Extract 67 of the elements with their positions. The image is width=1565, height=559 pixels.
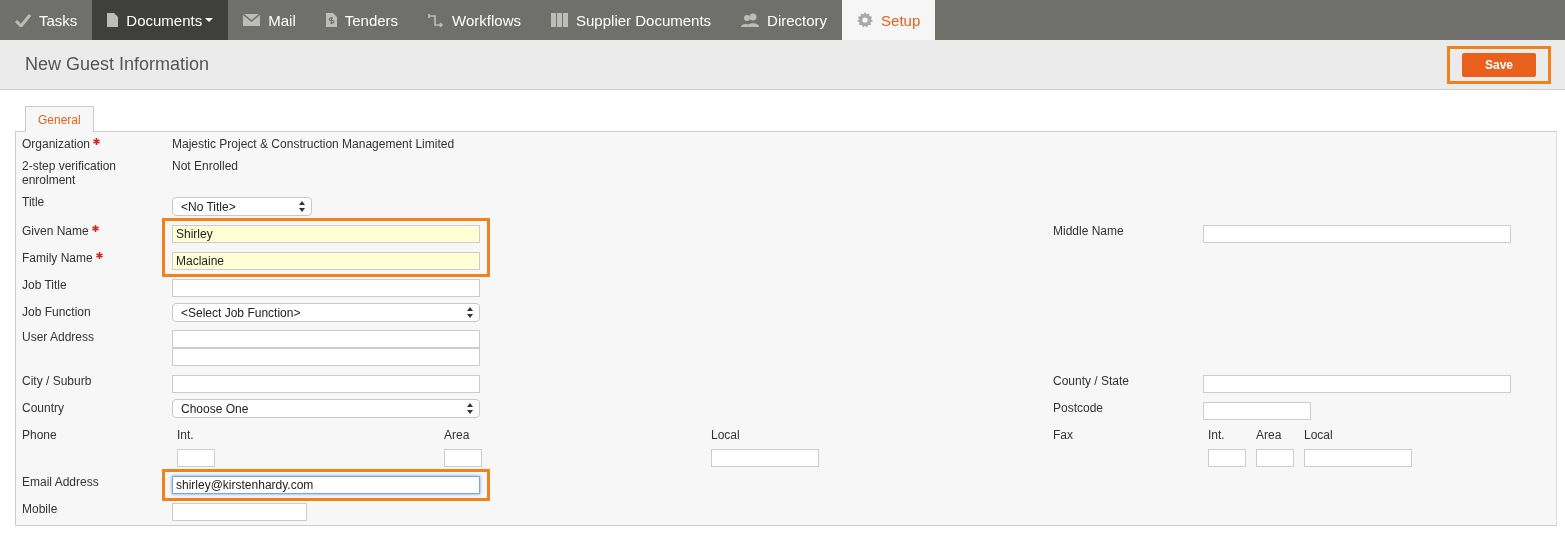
field-label: Int. [1208, 428, 1226, 442]
input-field[interactable] [172, 348, 480, 366]
binders-icon [551, 13, 568, 27]
input-field[interactable] [172, 279, 480, 297]
select-field[interactable]: <Select Job Function> [172, 303, 480, 322]
field-label: Job Title [22, 278, 67, 292]
nav-tab[interactable]: Setup [842, 0, 936, 40]
input-field[interactable] [444, 449, 482, 467]
document-icon [107, 13, 119, 27]
dollar-document-icon [325, 13, 337, 27]
input-field[interactable] [1203, 225, 1511, 243]
field-label: Given Name [22, 224, 89, 238]
field-value: Not Enrolled [172, 158, 240, 173]
nav-tab[interactable]: Supplier Documents [536, 0, 727, 40]
input-field[interactable] [172, 330, 480, 348]
field-label: 2-step verification enrolment [22, 159, 118, 187]
field-label: Int. [177, 428, 195, 442]
input-field[interactable] [172, 503, 307, 521]
field-label: Title [22, 195, 45, 209]
people-icon [741, 13, 760, 27]
field-label: Area [444, 428, 471, 442]
input-field[interactable] [1203, 375, 1511, 393]
field-label: Local [711, 428, 741, 442]
field-label: Phone [22, 428, 57, 442]
field-label: Area [1256, 428, 1283, 442]
field-label: City / Suburb [22, 374, 92, 388]
field-label: Family Name [22, 251, 93, 265]
nav-tab[interactable]: Tenders [310, 0, 414, 40]
save-button[interactable]: Save [1462, 52, 1536, 77]
input-field[interactable] [172, 375, 480, 393]
input-field[interactable] [1203, 402, 1311, 420]
workflow-icon [428, 13, 445, 27]
input-field[interactable] [1208, 449, 1246, 467]
input-field[interactable]: Maclaine [172, 252, 480, 270]
input-field[interactable] [1256, 449, 1294, 467]
select-field[interactable]: <No Title> [172, 197, 312, 216]
input-field[interactable] [711, 449, 819, 467]
field-label: County / State [1053, 374, 1130, 388]
field-label: Mobile [22, 502, 58, 516]
nav-tab[interactable]: Workflows [413, 0, 536, 40]
updown-arrows-icon [299, 201, 305, 212]
tab[interactable]: General [25, 106, 94, 132]
field-label: Email Address [22, 475, 99, 489]
input-field[interactable] [177, 449, 215, 467]
field-label: User Address [22, 330, 95, 344]
input-field[interactable]: shirley@kirstenhardy.com [172, 476, 480, 494]
field-label: Fax [1053, 428, 1073, 442]
input-field[interactable] [1304, 449, 1412, 467]
field-label: Middle Name [1053, 224, 1124, 238]
settings-icon [857, 12, 874, 28]
field-label: Organization [22, 137, 91, 151]
tick-icon [15, 13, 31, 27]
nav-tab[interactable]: Mail [228, 0, 311, 40]
field-label: Postcode [1053, 401, 1104, 415]
field-label: Country [22, 401, 65, 415]
nav-tab[interactable]: Directory [726, 0, 843, 40]
field-value: Majestic Project & Construction Management Limited [172, 136, 456, 151]
field-label: Job Function [22, 305, 91, 319]
envelope-icon [243, 14, 261, 26]
nav-tab[interactable]: Tasks [0, 0, 93, 40]
field-label: Local [1304, 428, 1334, 442]
updown-arrows-icon [467, 403, 473, 414]
input-field[interactable]: Shirley [172, 225, 480, 243]
page-title: New Guest Information [25, 54, 210, 75]
updown-arrows-icon [467, 307, 473, 318]
nav-tab[interactable]: Documents [92, 0, 229, 40]
select-field[interactable]: Choose One [172, 399, 480, 418]
